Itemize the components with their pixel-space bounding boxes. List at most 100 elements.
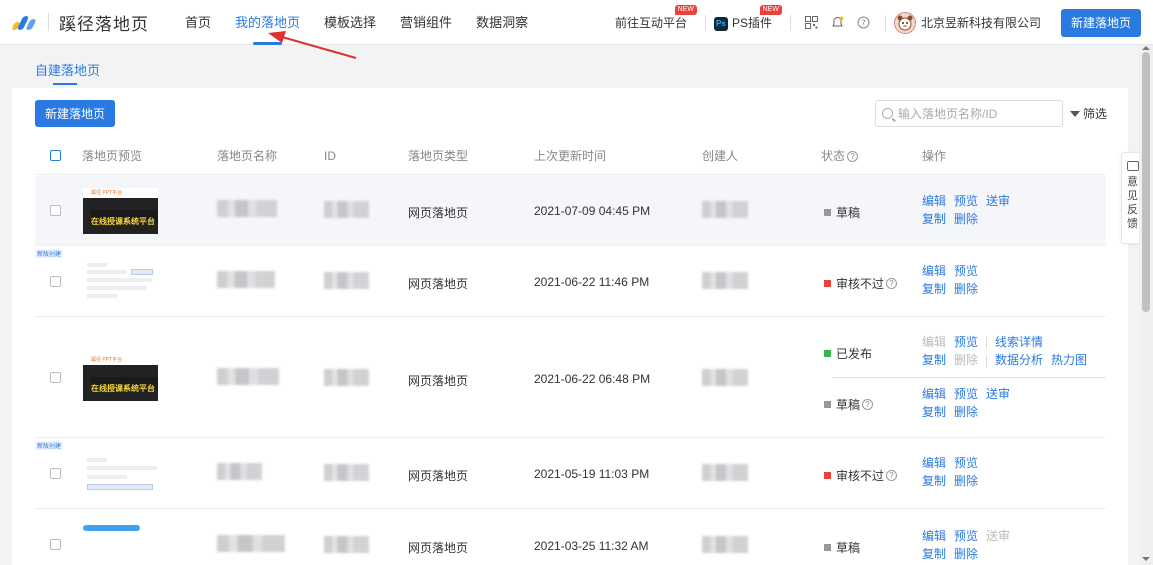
edit-link[interactable]: 编辑 — [922, 456, 946, 470]
header-create-landing-page-button[interactable]: 新建落地页 — [1060, 8, 1141, 37]
updated-time: 2021-03-25 11:32 AM — [534, 539, 649, 553]
status-badge-draft: 草稿? — [824, 396, 874, 413]
heatmap-link[interactable]: 热力图 — [1051, 353, 1087, 367]
submit-review-link[interactable]: 送审 — [986, 194, 1010, 208]
logo-icon — [10, 12, 40, 32]
notification-bell-icon[interactable] — [830, 15, 846, 31]
thumbnail-title-text: 在线授课系统平台 — [91, 384, 155, 393]
copy-link[interactable]: 复制 — [922, 353, 946, 367]
company-name[interactable]: 北京昱新科技有限公司 — [921, 14, 1041, 31]
new-badge: NEW — [674, 5, 697, 15]
copy-link[interactable]: 复制 — [922, 212, 946, 226]
submit-review-link-disabled: 送审 — [986, 529, 1011, 543]
submit-review-link[interactable]: 送审 — [986, 387, 1010, 401]
status-badge-published: 已发布 — [824, 345, 872, 362]
delete-link[interactable]: 删除 — [954, 405, 978, 419]
nav-templates[interactable]: 模板选择 — [324, 0, 376, 45]
nav-data-insights[interactable]: 数据洞察 — [476, 0, 528, 45]
interactive-platform-link[interactable]: 前往互动平台 NEW — [614, 5, 697, 31]
tab-self-built-landing-pages[interactable]: 自建落地页 — [35, 60, 100, 85]
landing-page-preview-thumbnail[interactable] — [83, 525, 158, 535]
status-text: 草稿 — [836, 541, 861, 555]
new-version-tag: 新版创建 — [35, 249, 64, 258]
help-icon[interactable]: ? — [856, 15, 872, 31]
edit-link[interactable]: 编辑 — [922, 264, 946, 278]
preview-link[interactable]: 预览 — [954, 387, 978, 401]
delete-link[interactable]: 删除 — [954, 547, 978, 561]
qrcode-icon[interactable] — [804, 15, 820, 31]
status-dot — [824, 401, 831, 408]
landing-page-name-redacted[interactable] — [217, 368, 279, 385]
preview-link[interactable]: 预览 — [954, 456, 978, 470]
updated-time: 2021-05-19 11:03 PM — [534, 467, 650, 481]
landing-page-name-redacted[interactable] — [217, 463, 262, 480]
copy-link[interactable]: 复制 — [922, 474, 946, 488]
thumbnail-header-text: 蹊径 PPT平台 — [83, 355, 158, 365]
row-actions: 编辑 预览 复制 删除 — [922, 454, 986, 490]
nav-home[interactable]: 首页 — [185, 0, 211, 45]
scroll-down-arrow-icon[interactable] — [1142, 557, 1150, 561]
table-header: 落地页预览 落地页名称 ID 落地页类型 上次更新时间 创建人 状态? 操作 — [35, 137, 1106, 175]
filter-button[interactable]: 筛选 — [1070, 105, 1107, 122]
landing-page-preview-thumbnail[interactable] — [83, 450, 158, 496]
data-analysis-link[interactable]: 数据分析 — [995, 353, 1043, 367]
status-reason-help-icon[interactable]: ? — [886, 470, 898, 481]
landing-page-preview-thumbnail[interactable]: 蹊径 PPT平台 在线授课系统平台 — [83, 355, 158, 401]
delete-link[interactable]: 删除 — [954, 474, 978, 488]
search-box[interactable] — [875, 100, 1063, 127]
creator-redacted — [702, 272, 748, 289]
copy-link[interactable]: 复制 — [922, 547, 946, 561]
col-creator: 创建人 — [702, 149, 739, 163]
row-checkbox[interactable] — [50, 372, 61, 383]
row-checkbox[interactable] — [50, 539, 61, 550]
brand-logo[interactable]: 蹊径落地页 — [10, 10, 149, 35]
lead-details-link[interactable]: 线索详情 — [995, 335, 1043, 349]
create-landing-page-button[interactable]: 新建落地页 — [35, 100, 116, 127]
edit-link[interactable]: 编辑 — [922, 194, 946, 208]
new-badge: NEW — [759, 5, 782, 15]
copy-link[interactable]: 复制 — [922, 282, 946, 296]
creator-redacted — [702, 464, 748, 481]
status-reason-help-icon[interactable]: ? — [886, 278, 898, 289]
preview-link[interactable]: 预览 — [954, 529, 978, 543]
preview-link[interactable]: 预览 — [954, 264, 978, 278]
status-help-icon[interactable]: ? — [847, 151, 859, 163]
landing-page-type: 网页落地页 — [408, 469, 469, 483]
divider — [704, 14, 706, 31]
page-scrollbar[interactable] — [1139, 45, 1153, 565]
row-checkbox[interactable] — [50, 276, 61, 287]
top-navigation-bar: 蹊径落地页 首页 我的落地页 模板选择 营销组件 数据洞察 前往互动平台 NEW… — [0, 0, 1153, 45]
copy-link[interactable]: 复制 — [922, 405, 946, 419]
landing-page-name-redacted[interactable] — [217, 200, 277, 217]
nav-my-landing-pages[interactable]: 我的落地页 — [235, 0, 300, 45]
delete-link[interactable]: 删除 — [954, 282, 978, 296]
landing-page-name-redacted[interactable] — [217, 271, 275, 288]
edit-link[interactable]: 编辑 — [922, 529, 946, 543]
delete-link[interactable]: 删除 — [954, 212, 978, 226]
scroll-up-arrow-icon[interactable] — [1142, 46, 1150, 50]
creator-redacted — [702, 201, 748, 218]
row-checkbox[interactable] — [50, 205, 61, 216]
thumbnail-title-text: 在线授课系统平台 — [91, 217, 155, 226]
user-avatar[interactable] — [893, 11, 916, 34]
row-actions: 编辑 预览 复制 删除 — [922, 262, 986, 298]
interactive-platform-label: 前往互动平台 — [614, 16, 687, 30]
status-help-icon[interactable]: ? — [862, 399, 874, 410]
edit-link[interactable]: 编辑 — [922, 387, 946, 401]
scrollbar-thumb[interactable] — [1142, 52, 1150, 312]
landing-page-preview-thumbnail[interactable]: 蹊径 PPT平台 在线授课系统平台 — [83, 188, 158, 234]
preview-link[interactable]: 预览 — [954, 335, 978, 349]
preview-link[interactable]: 预览 — [954, 194, 978, 208]
feedback-label: 意见反馈 — [1127, 176, 1138, 230]
ps-plugin-link[interactable]: Ps PS插件 NEW — [713, 5, 782, 31]
search-input[interactable] — [898, 106, 1048, 121]
select-all-checkbox[interactable] — [50, 150, 61, 161]
row-checkbox[interactable] — [50, 468, 61, 479]
col-id: ID — [324, 148, 336, 163]
landing-page-preview-thumbnail[interactable] — [83, 258, 158, 304]
ps-plugin-label: PS插件 — [731, 16, 772, 30]
header-actions: 前往互动平台 NEW Ps PS插件 NEW ? 北京昱新科技有限公司 新建落地页 — [615, 0, 1153, 45]
landing-page-type: 网页落地页 — [408, 277, 469, 291]
landing-page-name-redacted[interactable] — [217, 535, 285, 552]
nav-marketing-components[interactable]: 营销组件 — [400, 0, 452, 45]
